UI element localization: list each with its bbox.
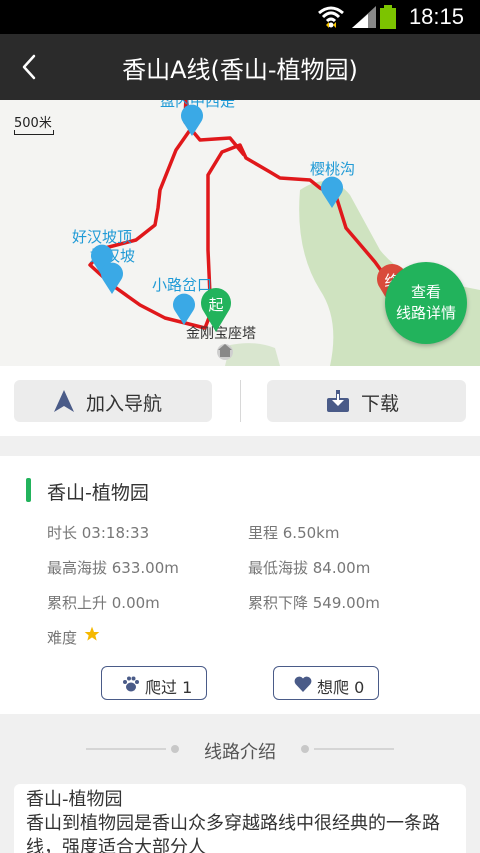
intro-body: 香山到植物园是香山众多穿越路线中很经典的一条路线，强度适合大部分人 — [26, 813, 440, 853]
map-pin-icon[interactable] — [320, 176, 344, 208]
map-pin-icon[interactable] — [180, 104, 204, 136]
detail-button-line2: 线路详情 — [395, 304, 456, 322]
wifi-icon — [318, 6, 344, 28]
start-marker-label: 起 — [208, 296, 224, 314]
heart-icon — [294, 676, 312, 692]
climbed-label: 爬过 1 — [145, 678, 193, 697]
start-marker[interactable]: 起 — [200, 288, 232, 332]
app-bar: 香山A线(香山-植物园) — [0, 34, 480, 100]
download-icon — [327, 390, 349, 412]
status-bar: 18:15 — [0, 0, 480, 34]
distance-stat: 里程 6.50km — [248, 524, 340, 542]
star-icon — [84, 626, 100, 641]
navigation-arrow-icon — [54, 390, 74, 412]
battery-icon — [380, 5, 396, 29]
view-route-details-button[interactable]: 查看 线路详情 — [385, 262, 467, 344]
action-divider — [240, 380, 241, 422]
want-label: 想爬 0 — [317, 678, 365, 697]
section-rule-right — [314, 748, 394, 750]
route-accent-bar — [26, 478, 31, 502]
route-name: 香山-植物园 — [47, 482, 149, 504]
want-to-climb-button[interactable]: 想爬 0 — [273, 666, 379, 700]
route-info-card: 香山-植物园 时长 03:18:33 里程 6.50km 最高海拔 633.00… — [0, 456, 480, 714]
signal-icon — [352, 6, 376, 28]
add-navigation-button[interactable]: 加入导航 — [14, 380, 212, 422]
paw-icon — [123, 676, 139, 692]
climbed-button[interactable]: 爬过 1 — [101, 666, 207, 700]
download-button[interactable]: 下载 — [267, 380, 466, 422]
intro-title: 香山-植物园 — [26, 789, 123, 810]
duration-stat: 时长 03:18:33 — [47, 524, 150, 542]
route-intro-card: 香山-植物园 香山到植物园是香山众多穿越路线中很经典的一条路线，强度适合大部分人 — [14, 784, 466, 853]
clock: 18:15 — [408, 4, 464, 29]
section-header: 线路介绍 — [0, 730, 480, 770]
map-scale-bar — [14, 130, 54, 135]
descent-stat: 累积下降 549.00m — [248, 594, 380, 612]
map-scale-label: 500米 — [14, 116, 52, 131]
download-label: 下载 — [361, 393, 400, 415]
detail-button-line1: 查看 — [410, 283, 441, 301]
page-title: 香山A线(香山-植物园) — [122, 56, 358, 84]
route-map[interactable]: 500米 盘内中西是 樱桃沟 好汉坡顶 好汉坡 小路岔口 金刚宝座塔 起 终 查… — [0, 100, 480, 366]
section-title: 线路介绍 — [204, 742, 276, 763]
min-altitude-stat: 最低海拔 84.00m — [248, 559, 371, 577]
section-dot-right — [301, 745, 309, 753]
map-pin-icon[interactable] — [100, 262, 124, 294]
ascent-stat: 累积上升 0.00m — [47, 594, 160, 612]
add-navigation-label: 加入导航 — [86, 393, 163, 415]
difficulty-label: 难度 — [47, 629, 78, 647]
action-bar: 加入导航 下载 — [0, 366, 480, 436]
map-pin-icon[interactable] — [172, 293, 196, 325]
max-altitude-stat: 最高海拔 633.00m — [47, 559, 179, 577]
